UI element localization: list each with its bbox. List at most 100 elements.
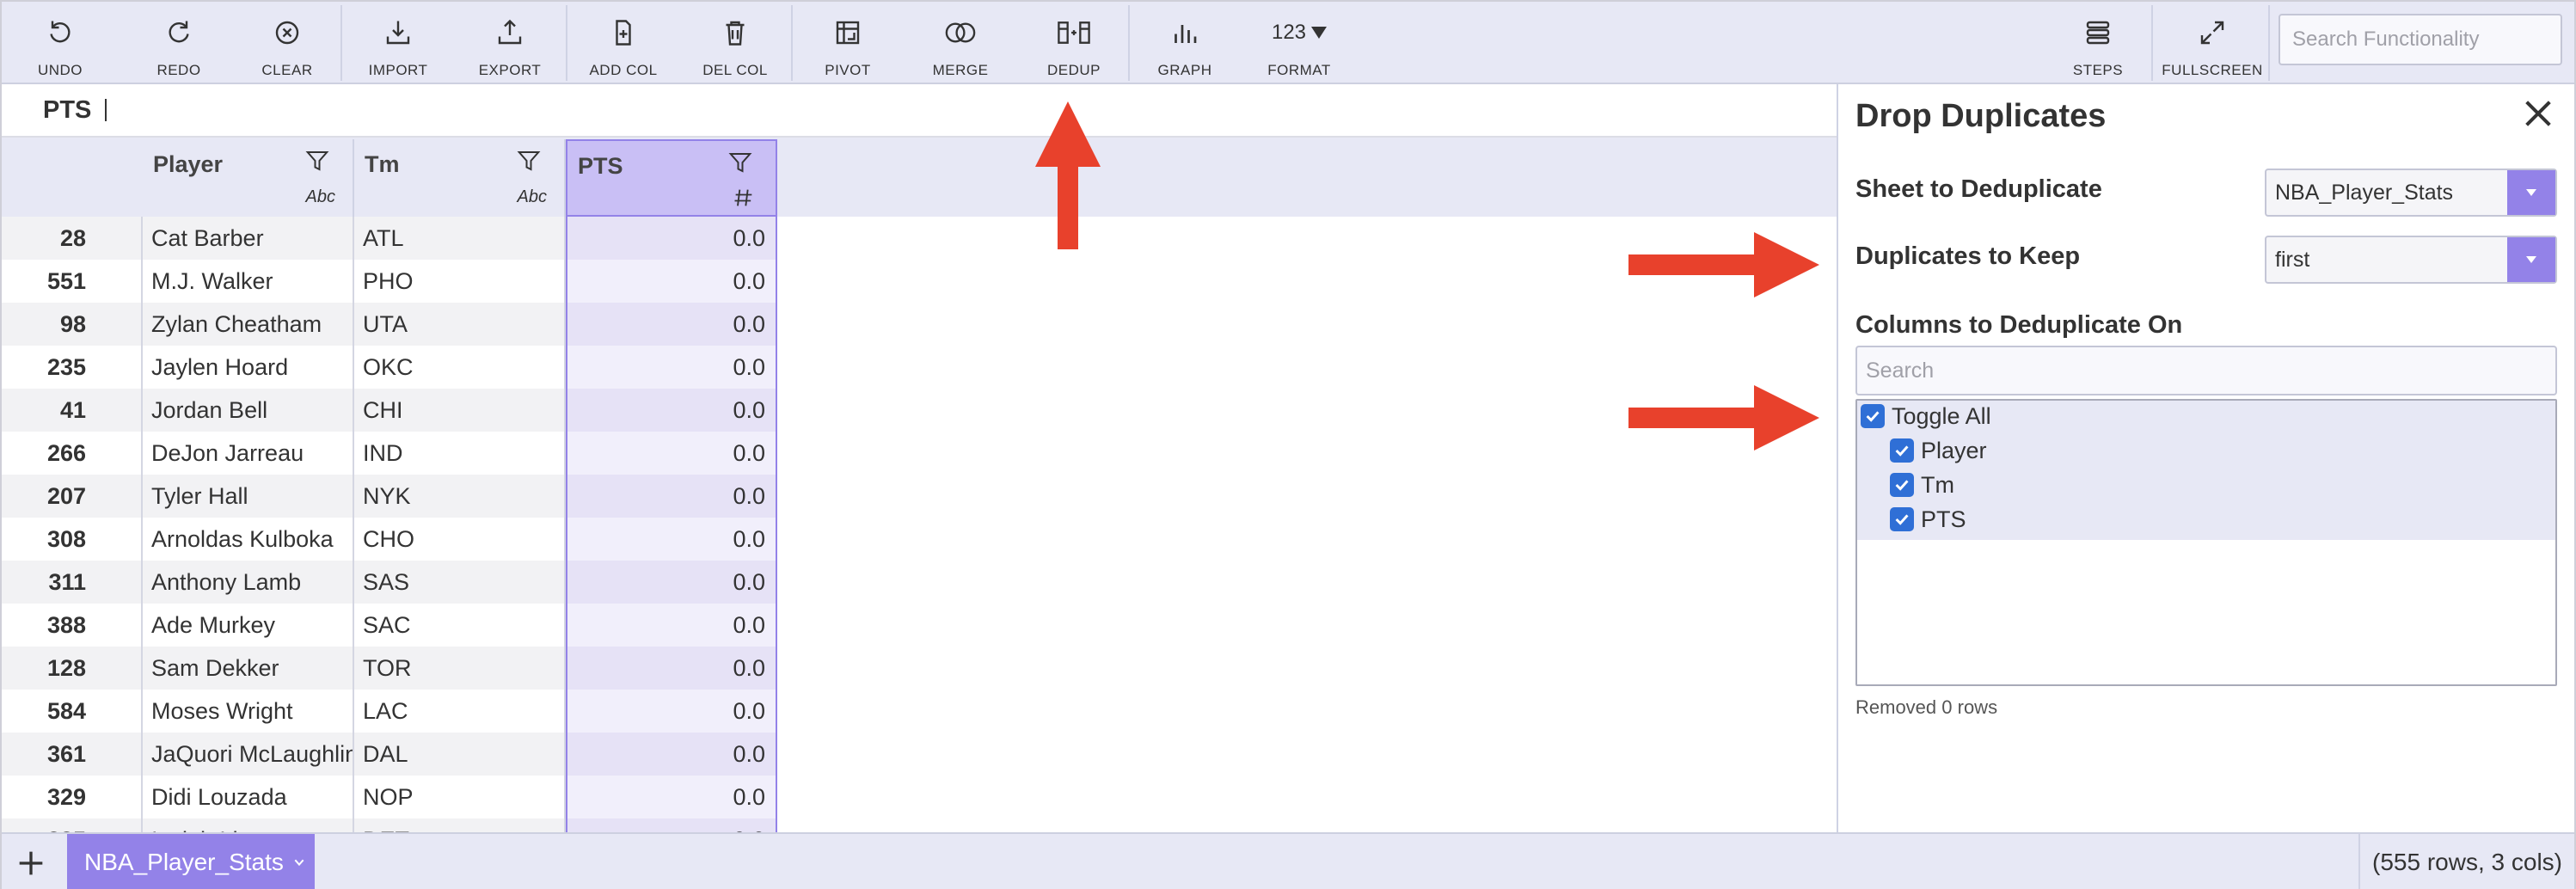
cell-tm[interactable]: DET: [354, 818, 566, 832]
cell-tm[interactable]: LAC: [354, 690, 566, 733]
cell-tm[interactable]: CHO: [354, 518, 566, 561]
filter-icon[interactable]: [727, 150, 753, 175]
table-row[interactable]: 128 Sam Dekker TOR 0.0: [2, 647, 779, 690]
formula-bar[interactable]: PTS: [2, 84, 1837, 138]
table-row[interactable]: 329 Didi Louzada NOP 0.0: [2, 776, 779, 818]
column-checkbox-player[interactable]: Player: [1890, 433, 1987, 468]
table-row[interactable]: 207 Tyler Hall NYK 0.0: [2, 475, 779, 518]
import-icon: [383, 15, 414, 50]
toggle-all-checkbox[interactable]: Toggle All: [1861, 399, 1991, 433]
cell-tm[interactable]: TOR: [354, 647, 566, 690]
table-row[interactable]: 308 Arnoldas Kulboka CHO 0.0: [2, 518, 779, 561]
add-column-button[interactable]: ADD COL: [588, 2, 659, 84]
cell-player[interactable]: Arnoldas Kulboka: [143, 518, 354, 561]
cell-pts[interactable]: 0.0: [566, 733, 777, 776]
row-index: 584: [2, 690, 143, 733]
pivot-button[interactable]: PIVOT: [815, 2, 880, 84]
add-sheet-icon[interactable]: [14, 846, 48, 880]
data-grid: Player Abc Tm Abc PTS 28 Cat Barber ATL 0.0…: [2, 138, 1837, 832]
cell-player[interactable]: Sam Dekker: [143, 647, 354, 690]
cell-player[interactable]: Moses Wright: [143, 690, 354, 733]
cell-player[interactable]: Zylan Cheatham: [143, 303, 354, 346]
fullscreen-button[interactable]: FULLSCREEN: [2162, 2, 2262, 84]
graph-button[interactable]: GRAPH: [1150, 2, 1219, 84]
cell-player[interactable]: Anthony Lamb: [143, 561, 354, 604]
cell-tm[interactable]: ATL: [354, 217, 566, 260]
cell-pts[interactable]: 0.0: [566, 604, 777, 647]
cell-pts[interactable]: 0.0: [566, 690, 777, 733]
cell-pts[interactable]: 0.0: [566, 647, 777, 690]
close-icon[interactable]: [2521, 96, 2555, 131]
steps-button[interactable]: STEPS: [2065, 2, 2131, 84]
cell-player[interactable]: Jordan Bell: [143, 389, 354, 432]
column-header-player[interactable]: Player Abc: [143, 139, 354, 217]
table-row[interactable]: 98 Zylan Cheatham UTA 0.0: [2, 303, 779, 346]
cell-pts[interactable]: 0.0: [566, 260, 777, 303]
cell-pts[interactable]: 0.0: [566, 432, 777, 475]
cell-tm[interactable]: NYK: [354, 475, 566, 518]
table-row[interactable]: 584 Moses Wright LAC 0.0: [2, 690, 779, 733]
table-row[interactable]: 225Isaiah LiversDET0.0: [2, 818, 779, 832]
column-header-pts[interactable]: PTS: [566, 139, 777, 217]
table-row[interactable]: 266 DeJon Jarreau IND 0.0: [2, 432, 779, 475]
table-row[interactable]: 551 M.J. Walker PHO 0.0: [2, 260, 779, 303]
clear-button[interactable]: CLEAR: [255, 2, 320, 84]
cell-player[interactable]: Isaiah Livers: [143, 818, 354, 832]
sheet-select[interactable]: NBA_Player_Stats: [2265, 169, 2557, 217]
undo-button[interactable]: UNDO: [28, 2, 93, 84]
cell-player[interactable]: Didi Louzada: [143, 776, 354, 818]
cell-player[interactable]: Ade Murkey: [143, 604, 354, 647]
cell-pts[interactable]: 0.0: [566, 217, 777, 260]
row-index: 207: [2, 475, 143, 518]
table-row[interactable]: 361 JaQuori McLaughlin DAL 0.0: [2, 733, 779, 776]
checkbox-checked-icon: [1890, 507, 1914, 531]
column-header-tm[interactable]: Tm Abc: [354, 139, 566, 217]
cell-tm[interactable]: SAS: [354, 561, 566, 604]
search-functionality-input[interactable]: [2279, 14, 2562, 65]
format-button[interactable]: 123 FORMAT: [1260, 2, 1338, 84]
cell-player[interactable]: Tyler Hall: [143, 475, 354, 518]
table-row[interactable]: 235 Jaylen Hoard OKC 0.0: [2, 346, 779, 389]
delete-column-button[interactable]: DEL COL: [700, 2, 770, 84]
cell-pts[interactable]: 0.0: [566, 818, 777, 832]
cell-pts[interactable]: 0.0: [566, 561, 777, 604]
cell-tm[interactable]: SAC: [354, 604, 566, 647]
cell-tm[interactable]: OKC: [354, 346, 566, 389]
cell-tm[interactable]: PHO: [354, 260, 566, 303]
cell-player[interactable]: Jaylen Hoard: [143, 346, 354, 389]
table-row[interactable]: 41 Jordan Bell CHI 0.0: [2, 389, 779, 432]
redo-button[interactable]: REDO: [146, 2, 212, 84]
toolbar-separator: [791, 5, 793, 81]
cell-tm[interactable]: CHI: [354, 389, 566, 432]
cell-pts[interactable]: 0.0: [566, 776, 777, 818]
dedup-button[interactable]: DEDUP: [1039, 2, 1109, 84]
table-row[interactable]: 28 Cat Barber ATL 0.0: [2, 217, 779, 260]
cell-pts[interactable]: 0.0: [566, 346, 777, 389]
cell-tm[interactable]: DAL: [354, 733, 566, 776]
import-button[interactable]: IMPORT: [363, 2, 433, 84]
cell-player[interactable]: JaQuori McLaughlin: [143, 733, 354, 776]
merge-button[interactable]: MERGE: [925, 2, 996, 84]
column-checkbox-pts[interactable]: PTS: [1890, 502, 1966, 536]
filter-icon[interactable]: [304, 148, 330, 174]
filter-icon[interactable]: [516, 148, 542, 174]
cell-tm[interactable]: NOP: [354, 776, 566, 818]
column-checkbox-tm[interactable]: Tm: [1890, 468, 1954, 502]
dtype-label: Abc: [517, 187, 547, 206]
cell-tm[interactable]: IND: [354, 432, 566, 475]
cell-player[interactable]: Cat Barber: [143, 217, 354, 260]
cell-pts[interactable]: 0.0: [566, 518, 777, 561]
cell-player[interactable]: M.J. Walker: [143, 260, 354, 303]
table-row[interactable]: 311 Anthony Lamb SAS 0.0: [2, 561, 779, 604]
cell-tm[interactable]: UTA: [354, 303, 566, 346]
cell-pts[interactable]: 0.0: [566, 303, 777, 346]
export-button[interactable]: EXPORT: [475, 2, 545, 84]
table-row[interactable]: 388 Ade Murkey SAC 0.0: [2, 604, 779, 647]
checkbox-checked-icon: [1890, 438, 1914, 463]
column-search-input[interactable]: [1855, 346, 2557, 395]
cell-pts[interactable]: 0.0: [566, 475, 777, 518]
cell-player[interactable]: DeJon Jarreau: [143, 432, 354, 475]
keep-select[interactable]: first: [2265, 236, 2557, 284]
cell-pts[interactable]: 0.0: [566, 389, 777, 432]
sheet-tab-nba-player-stats[interactable]: NBA_Player_Stats: [67, 834, 315, 889]
